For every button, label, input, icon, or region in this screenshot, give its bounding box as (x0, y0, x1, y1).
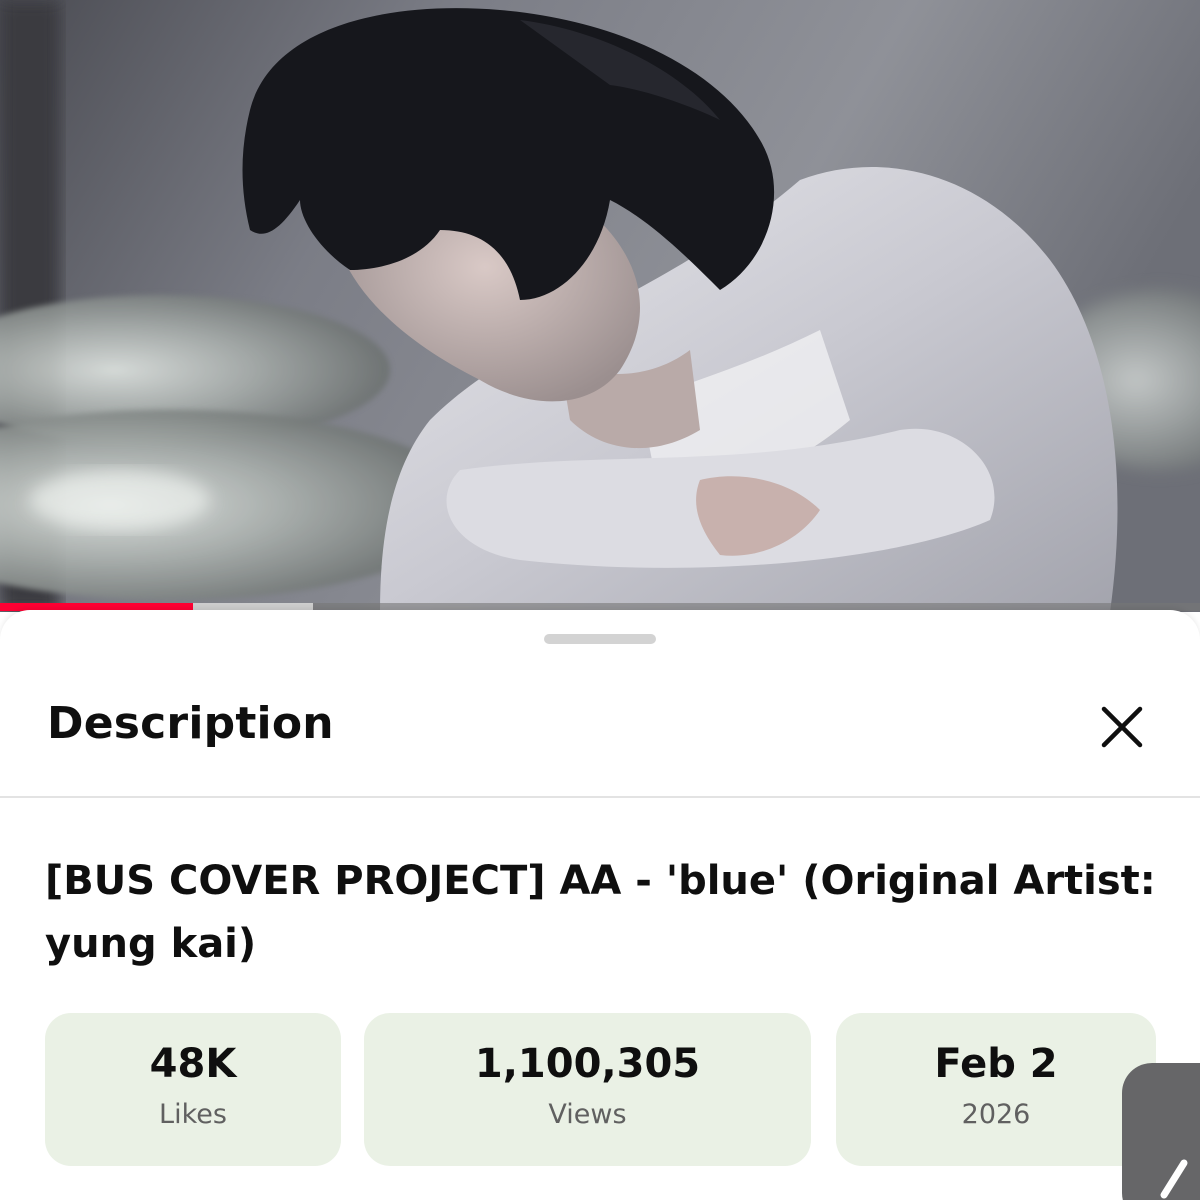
upload-date-stat: Feb 2 2026 (836, 1013, 1156, 1166)
views-label: Views (548, 1099, 627, 1130)
header-divider (0, 796, 1200, 798)
views-stat: 1,100,305 Views (364, 1013, 811, 1166)
close-button[interactable] (1092, 697, 1152, 757)
upload-date: Feb 2 (934, 1041, 1058, 1087)
edit-icon (1160, 1159, 1188, 1199)
likes-count: 48K (149, 1041, 237, 1087)
video-title: [BUS COVER PROJECT] AA - 'blue' (Origina… (45, 858, 1156, 967)
views-count: 1,100,305 (474, 1041, 701, 1087)
video-player[interactable] (0, 0, 1200, 612)
sheet-drag-handle[interactable] (544, 634, 656, 644)
upload-year: 2026 (961, 1099, 1031, 1130)
screen: Description [BUS COVER PROJECT] AA - 'bl… (0, 0, 1200, 1200)
close-icon (1101, 706, 1143, 748)
video-frame (0, 0, 1200, 612)
floating-action-button[interactable] (1122, 1063, 1200, 1200)
sheet-title: Description (47, 698, 334, 749)
likes-stat: 48K Likes (45, 1013, 341, 1166)
description-sheet: Description [BUS COVER PROJECT] AA - 'bl… (0, 610, 1200, 1200)
likes-label: Likes (159, 1099, 227, 1130)
